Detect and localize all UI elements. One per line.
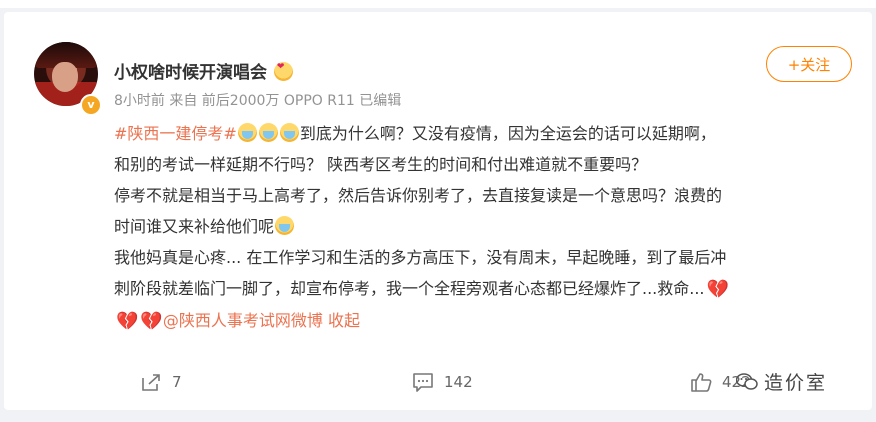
mention-link[interactable]: @陕西人事考试网微博 bbox=[163, 311, 323, 330]
content-line-1: 到底为什么啊？又没有疫情，因为全运会的话可以延期啊， bbox=[299, 124, 716, 143]
content-line-3: 停考不就是相当于马上高考了，然后告诉你别考了，去直接复读是一个意思吗？浪费的 bbox=[114, 186, 723, 205]
verified-badge-icon: v bbox=[80, 94, 102, 116]
comment-count: 142 bbox=[444, 373, 473, 391]
collapse-link[interactable]: 收起 bbox=[328, 311, 360, 330]
content-line-2: 和别的考试一样延期不行吗？ 陕西考区考生的时间和付出难道就不重要吗？ bbox=[114, 155, 648, 174]
crying-emoji-icon bbox=[237, 123, 257, 142]
post-content: #陕西一建停考# 到底为什么啊？又没有疫情，因为全运会的话可以延期啊， 和别的考试… bbox=[114, 118, 854, 337]
watermark: 造价室 bbox=[736, 368, 827, 395]
broken-heart-icon: 💔 bbox=[140, 311, 163, 332]
follow-button[interactable]: +关注 bbox=[766, 46, 852, 82]
username-text: 小权啥时候开演唱会 bbox=[114, 63, 267, 83]
thumbs-up-icon bbox=[691, 373, 712, 392]
content-line-5: 我他妈真是心疼... 在工作学习和生活的多方高压下，没有周末，早起晚睡，到了最后… bbox=[114, 248, 727, 267]
broken-heart-icon: 💔 bbox=[116, 311, 139, 332]
broken-heart-icon: 💔 bbox=[706, 279, 729, 300]
watermark-text: 造价室 bbox=[764, 372, 828, 394]
avatar-face bbox=[52, 62, 78, 92]
crying-emoji-icon bbox=[258, 123, 278, 142]
post-meta: 8小时前 来自 前后2000万 OPPO R11 已编辑 bbox=[114, 93, 402, 109]
share-count: 7 bbox=[172, 373, 182, 391]
previous-post-edge bbox=[0, 0, 876, 8]
username[interactable]: 小权啥时候开演唱会 bbox=[114, 58, 294, 83]
comment-icon bbox=[413, 373, 433, 392]
content-line-4: 时间谁又来补给他们呢 bbox=[114, 217, 275, 236]
wechat-icon bbox=[736, 372, 758, 390]
follow-label: +关注 bbox=[787, 55, 831, 74]
share-icon bbox=[142, 374, 160, 391]
crying-emoji-icon bbox=[275, 216, 295, 235]
comment-button[interactable]: 142 bbox=[412, 372, 473, 392]
content-line-6: 刺阶段就差临门一脚了，却宣布停考，我一个全程旁观者心态都已经爆炸了...救命..… bbox=[114, 279, 705, 298]
love-eyes-emoji-icon bbox=[273, 62, 293, 81]
topic-link[interactable]: #陕西一建停考# bbox=[114, 124, 237, 143]
share-button[interactable]: 7 bbox=[140, 372, 182, 392]
crying-emoji-icon bbox=[279, 123, 299, 142]
